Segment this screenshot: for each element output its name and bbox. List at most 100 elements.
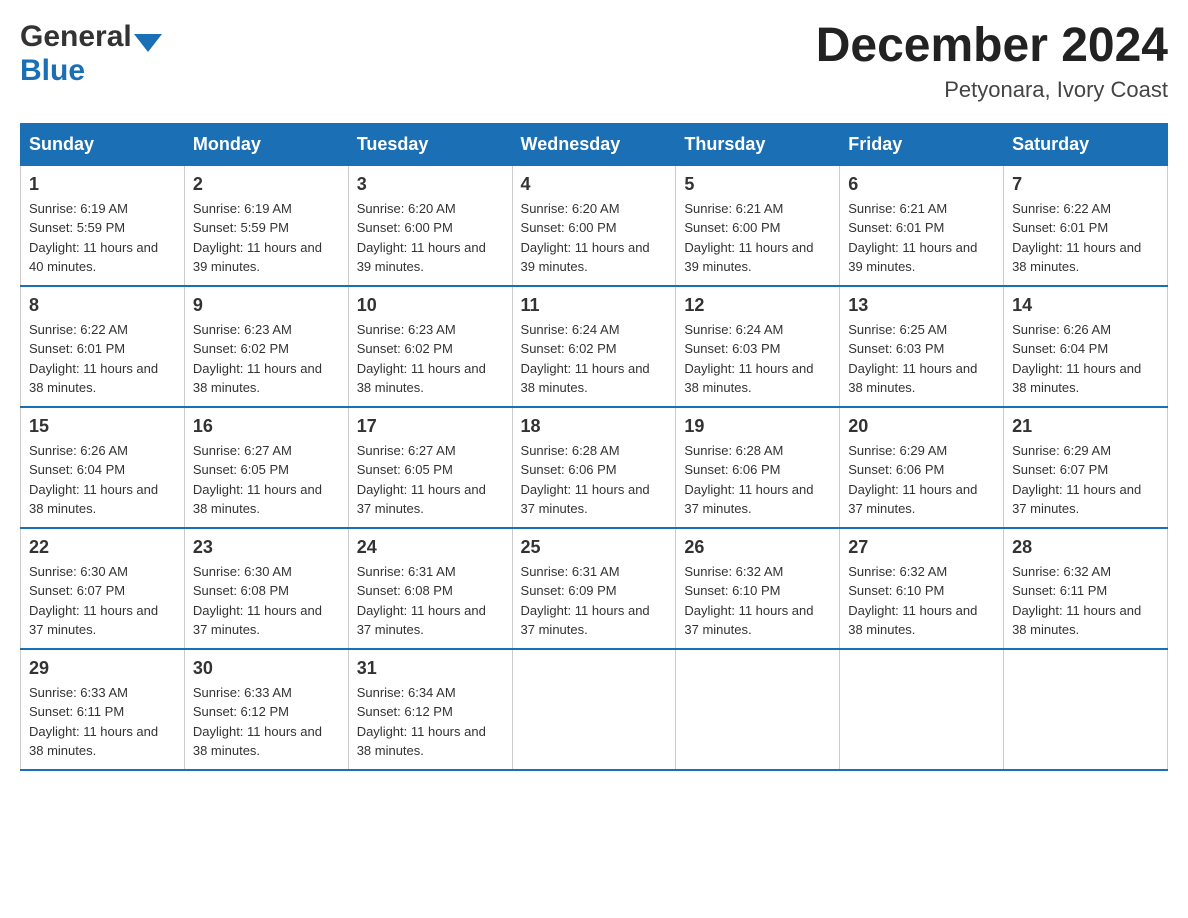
calendar-cell: 12 Sunrise: 6:24 AM Sunset: 6:03 PM Dayl… (676, 286, 840, 407)
calendar-table: Sunday Monday Tuesday Wednesday Thursday… (20, 123, 1168, 771)
sunrise-label: Sunrise: 6:30 AM (29, 564, 128, 579)
calendar-cell: 29 Sunrise: 6:33 AM Sunset: 6:11 PM Dayl… (21, 649, 185, 770)
sunset-label: Sunset: 6:02 PM (521, 341, 617, 356)
day-number: 19 (684, 416, 831, 437)
day-info: Sunrise: 6:24 AM Sunset: 6:02 PM Dayligh… (521, 320, 668, 398)
day-info: Sunrise: 6:28 AM Sunset: 6:06 PM Dayligh… (684, 441, 831, 519)
day-info: Sunrise: 6:31 AM Sunset: 6:08 PM Dayligh… (357, 562, 504, 640)
daylight-label: Daylight: 11 hours and 39 minutes. (848, 240, 977, 275)
calendar-cell: 1 Sunrise: 6:19 AM Sunset: 5:59 PM Dayli… (21, 165, 185, 286)
daylight-label: Daylight: 11 hours and 37 minutes. (29, 603, 158, 638)
calendar-cell: 9 Sunrise: 6:23 AM Sunset: 6:02 PM Dayli… (184, 286, 348, 407)
logo-arrow-icon (134, 34, 162, 52)
day-info: Sunrise: 6:23 AM Sunset: 6:02 PM Dayligh… (193, 320, 340, 398)
sunset-label: Sunset: 6:05 PM (193, 462, 289, 477)
day-number: 10 (357, 295, 504, 316)
header-thursday: Thursday (676, 123, 840, 165)
sunrise-label: Sunrise: 6:33 AM (193, 685, 292, 700)
calendar-cell: 22 Sunrise: 6:30 AM Sunset: 6:07 PM Dayl… (21, 528, 185, 649)
sunrise-label: Sunrise: 6:19 AM (193, 201, 292, 216)
sunrise-label: Sunrise: 6:28 AM (521, 443, 620, 458)
sunset-label: Sunset: 6:12 PM (193, 704, 289, 719)
sunset-label: Sunset: 6:03 PM (848, 341, 944, 356)
sunset-label: Sunset: 6:05 PM (357, 462, 453, 477)
calendar-cell: 25 Sunrise: 6:31 AM Sunset: 6:09 PM Dayl… (512, 528, 676, 649)
sunset-label: Sunset: 6:06 PM (684, 462, 780, 477)
calendar-cell: 13 Sunrise: 6:25 AM Sunset: 6:03 PM Dayl… (840, 286, 1004, 407)
daylight-label: Daylight: 11 hours and 37 minutes. (684, 603, 813, 638)
day-info: Sunrise: 6:34 AM Sunset: 6:12 PM Dayligh… (357, 683, 504, 761)
day-info: Sunrise: 6:24 AM Sunset: 6:03 PM Dayligh… (684, 320, 831, 398)
daylight-label: Daylight: 11 hours and 38 minutes. (29, 482, 158, 517)
sunrise-label: Sunrise: 6:27 AM (193, 443, 292, 458)
sunset-label: Sunset: 5:59 PM (29, 220, 125, 235)
sunrise-label: Sunrise: 6:30 AM (193, 564, 292, 579)
day-info: Sunrise: 6:29 AM Sunset: 6:06 PM Dayligh… (848, 441, 995, 519)
daylight-label: Daylight: 11 hours and 39 minutes. (684, 240, 813, 275)
sunrise-label: Sunrise: 6:24 AM (521, 322, 620, 337)
day-info: Sunrise: 6:20 AM Sunset: 6:00 PM Dayligh… (357, 199, 504, 277)
daylight-label: Daylight: 11 hours and 38 minutes. (1012, 603, 1141, 638)
day-info: Sunrise: 6:30 AM Sunset: 6:07 PM Dayligh… (29, 562, 176, 640)
logo-blue-text: Blue (20, 54, 85, 87)
header-friday: Friday (840, 123, 1004, 165)
day-number: 1 (29, 174, 176, 195)
sunset-label: Sunset: 6:04 PM (1012, 341, 1108, 356)
sunset-label: Sunset: 6:09 PM (521, 583, 617, 598)
calendar-cell: 17 Sunrise: 6:27 AM Sunset: 6:05 PM Dayl… (348, 407, 512, 528)
title-block: December 2024 Petyonara, Ivory Coast (816, 20, 1168, 103)
sunrise-label: Sunrise: 6:31 AM (521, 564, 620, 579)
calendar-cell: 27 Sunrise: 6:32 AM Sunset: 6:10 PM Dayl… (840, 528, 1004, 649)
daylight-label: Daylight: 11 hours and 38 minutes. (193, 482, 322, 517)
sunset-label: Sunset: 6:11 PM (29, 704, 124, 719)
day-number: 29 (29, 658, 176, 679)
calendar-cell: 6 Sunrise: 6:21 AM Sunset: 6:01 PM Dayli… (840, 165, 1004, 286)
sunrise-label: Sunrise: 6:34 AM (357, 685, 456, 700)
sunrise-label: Sunrise: 6:29 AM (848, 443, 947, 458)
calendar-cell: 31 Sunrise: 6:34 AM Sunset: 6:12 PM Dayl… (348, 649, 512, 770)
daylight-label: Daylight: 11 hours and 37 minutes. (684, 482, 813, 517)
sunset-label: Sunset: 6:01 PM (848, 220, 944, 235)
calendar-cell: 8 Sunrise: 6:22 AM Sunset: 6:01 PM Dayli… (21, 286, 185, 407)
day-number: 5 (684, 174, 831, 195)
day-info: Sunrise: 6:28 AM Sunset: 6:06 PM Dayligh… (521, 441, 668, 519)
daylight-label: Daylight: 11 hours and 38 minutes. (193, 724, 322, 759)
day-number: 11 (521, 295, 668, 316)
calendar-cell: 20 Sunrise: 6:29 AM Sunset: 6:06 PM Dayl… (840, 407, 1004, 528)
sunset-label: Sunset: 6:00 PM (357, 220, 453, 235)
day-info: Sunrise: 6:21 AM Sunset: 6:00 PM Dayligh… (684, 199, 831, 277)
day-info: Sunrise: 6:25 AM Sunset: 6:03 PM Dayligh… (848, 320, 995, 398)
logo-general-text: General (20, 20, 132, 54)
header-monday: Monday (184, 123, 348, 165)
day-info: Sunrise: 6:26 AM Sunset: 6:04 PM Dayligh… (1012, 320, 1159, 398)
day-info: Sunrise: 6:19 AM Sunset: 5:59 PM Dayligh… (193, 199, 340, 277)
page-header: General Blue December 2024 Petyonara, Iv… (20, 20, 1168, 103)
day-number: 24 (357, 537, 504, 558)
sunrise-label: Sunrise: 6:26 AM (1012, 322, 1111, 337)
calendar-cell: 30 Sunrise: 6:33 AM Sunset: 6:12 PM Dayl… (184, 649, 348, 770)
daylight-label: Daylight: 11 hours and 38 minutes. (357, 724, 486, 759)
day-number: 17 (357, 416, 504, 437)
day-info: Sunrise: 6:29 AM Sunset: 6:07 PM Dayligh… (1012, 441, 1159, 519)
calendar-week-row: 8 Sunrise: 6:22 AM Sunset: 6:01 PM Dayli… (21, 286, 1168, 407)
day-info: Sunrise: 6:21 AM Sunset: 6:01 PM Dayligh… (848, 199, 995, 277)
day-info: Sunrise: 6:23 AM Sunset: 6:02 PM Dayligh… (357, 320, 504, 398)
calendar-cell: 14 Sunrise: 6:26 AM Sunset: 6:04 PM Dayl… (1004, 286, 1168, 407)
daylight-label: Daylight: 11 hours and 39 minutes. (521, 240, 650, 275)
day-info: Sunrise: 6:22 AM Sunset: 6:01 PM Dayligh… (1012, 199, 1159, 277)
day-info: Sunrise: 6:32 AM Sunset: 6:10 PM Dayligh… (684, 562, 831, 640)
daylight-label: Daylight: 11 hours and 37 minutes. (357, 482, 486, 517)
day-number: 14 (1012, 295, 1159, 316)
sunset-label: Sunset: 6:02 PM (193, 341, 289, 356)
sunset-label: Sunset: 6:04 PM (29, 462, 125, 477)
day-info: Sunrise: 6:33 AM Sunset: 6:11 PM Dayligh… (29, 683, 176, 761)
sunset-label: Sunset: 6:00 PM (521, 220, 617, 235)
calendar-cell: 15 Sunrise: 6:26 AM Sunset: 6:04 PM Dayl… (21, 407, 185, 528)
month-title: December 2024 (816, 20, 1168, 73)
calendar-cell: 5 Sunrise: 6:21 AM Sunset: 6:00 PM Dayli… (676, 165, 840, 286)
sunrise-label: Sunrise: 6:27 AM (357, 443, 456, 458)
day-info: Sunrise: 6:32 AM Sunset: 6:11 PM Dayligh… (1012, 562, 1159, 640)
day-info: Sunrise: 6:19 AM Sunset: 5:59 PM Dayligh… (29, 199, 176, 277)
daylight-label: Daylight: 11 hours and 38 minutes. (29, 361, 158, 396)
calendar-cell: 28 Sunrise: 6:32 AM Sunset: 6:11 PM Dayl… (1004, 528, 1168, 649)
